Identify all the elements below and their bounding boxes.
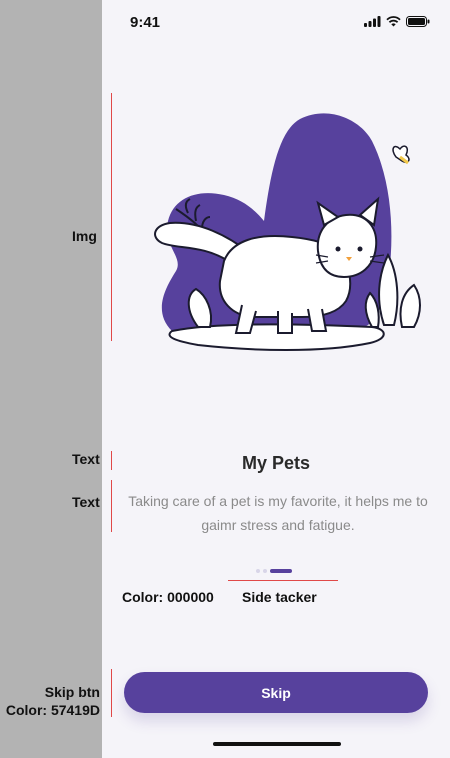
wifi-icon (386, 16, 401, 27)
annotation-skip-line1: Skip btn (44, 684, 100, 700)
skip-button[interactable]: Skip (124, 672, 428, 713)
status-bar: 9:41 (102, 0, 450, 44)
cat-illustration (154, 113, 421, 351)
battery-icon (406, 16, 430, 27)
page-dot-1[interactable] (256, 569, 260, 573)
annotation-text-label-1: Text (72, 451, 100, 467)
annotation-line-description (111, 480, 112, 532)
onboarding-title: My Pets (241, 453, 311, 473)
annotation-img-label: Img (72, 228, 97, 244)
annotation-line-skip (111, 669, 112, 717)
page-dot-2[interactable] (263, 569, 267, 573)
annotation-line-tracker (228, 580, 338, 581)
annotation-skip-line2: Color: 57419D (5, 702, 100, 718)
onboarding-description: Taking care of a pet is my favorite, it … (128, 493, 428, 533)
annotation-dot-color: Color: 000000 (122, 589, 214, 605)
annotation-text-label-2: Text (72, 494, 100, 510)
annotation-panel (0, 0, 102, 758)
annotation-line-img (111, 93, 112, 341)
annotation-side-tracker: Side tacker (242, 589, 317, 605)
page-indicator (256, 569, 292, 573)
phone-screen: 9:41 My Pets Taking care of a pet is my … (102, 0, 450, 758)
status-icons (364, 16, 430, 27)
page-dot-3-active[interactable] (270, 569, 292, 573)
status-time: 9:41 (130, 14, 161, 31)
annotation-skip-label: Skip btn Color: 57419D (0, 683, 100, 719)
home-indicator[interactable] (213, 742, 341, 746)
signal-icon (364, 16, 381, 27)
